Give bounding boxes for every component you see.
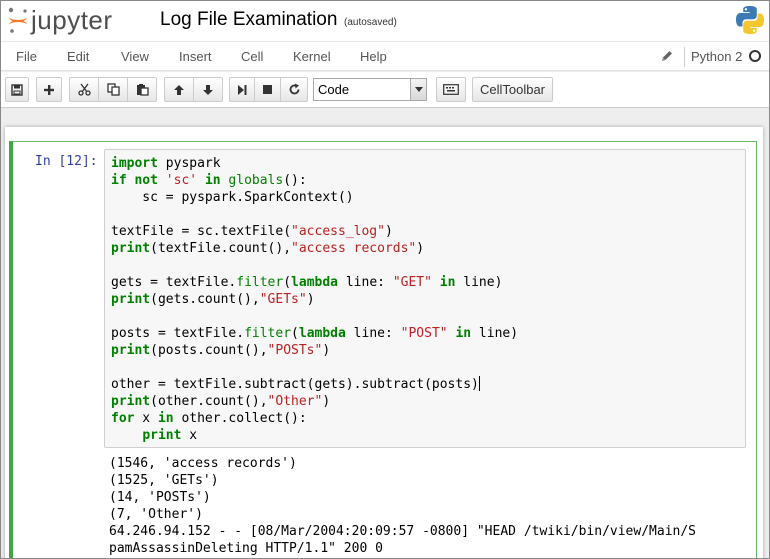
code-line: posts = textFile.filter(lambda line: "PO…: [111, 326, 519, 341]
chevron-down-icon[interactable]: [410, 79, 426, 100]
notebook-area: In [12]: import pyspark if not 'sc' in g…: [1, 109, 769, 558]
move-down-button[interactable]: [193, 77, 223, 102]
code-line: print(posts.count(),"POSTs"): [111, 343, 331, 358]
paste-button[interactable]: [127, 77, 157, 102]
code-line: import pyspark: [111, 156, 221, 171]
code-line: print(textFile.count(),"access records"): [111, 241, 425, 256]
menu-file[interactable]: File: [16, 49, 37, 64]
cut-icon: [77, 83, 91, 96]
menu-help[interactable]: Help: [360, 49, 387, 64]
output-line: (14, 'POSTs'): [109, 490, 211, 505]
stop-icon: [263, 85, 272, 94]
output-line: 64.246.94.152 - - [08/Mar/2004:20:09:57 …: [109, 524, 696, 539]
code-line: print x: [142, 428, 198, 443]
save-button[interactable]: [5, 77, 29, 102]
notebook-page: In [12]: import pyspark if not 'sc' in g…: [5, 127, 763, 558]
notebook-title[interactable]: Log File Examination: [160, 9, 337, 31]
interrupt-button[interactable]: [254, 77, 281, 102]
cut-button[interactable]: [69, 77, 99, 102]
insert-cell-button[interactable]: [36, 77, 62, 102]
code-line: if not 'sc' in globals():: [111, 173, 307, 188]
cell-type-select[interactable]: Code: [313, 78, 427, 101]
plus-icon: [44, 84, 54, 95]
copy-icon: [106, 83, 120, 96]
jupyter-orbit-icon: [8, 7, 27, 33]
header: jupyter Log File Examination (autosaved): [1, 1, 769, 41]
menu-view[interactable]: View: [121, 49, 149, 64]
autosave-status: (autosaved): [344, 17, 397, 28]
copy-button[interactable]: [98, 77, 128, 102]
toolbar: Code CellToolbar: [1, 72, 769, 108]
menu-insert[interactable]: Insert: [179, 49, 212, 64]
code-line: textFile = sc.textFile("access_log"): [111, 224, 393, 239]
output-line: pamAssassinDeleting HTTP/1.1" 200 0: [109, 541, 383, 556]
output-line: (1546, 'access records'): [109, 456, 297, 471]
command-palette-button[interactable]: [436, 77, 466, 102]
restart-icon: [289, 83, 299, 95]
menu-cell[interactable]: Cell: [241, 49, 263, 64]
paste-icon: [136, 84, 149, 96]
move-up-button[interactable]: [164, 77, 194, 102]
save-icon: [11, 83, 23, 96]
python-logo-icon: [736, 6, 764, 34]
code-cell[interactable]: In [12]: import pyspark if not 'sc' in g…: [9, 141, 757, 558]
text-cursor: [478, 376, 480, 391]
code-line: print(gets.count(),"GETs"): [111, 292, 315, 307]
keyboard-icon: [443, 84, 459, 95]
kernel-separator: [684, 47, 685, 67]
cell-type-value: Code: [318, 82, 350, 97]
cell-output: (1546, 'access records') (1525, 'GETs') (1…: [109, 455, 696, 557]
code-line: for x in other.collect():: [111, 411, 307, 426]
arrow-down-icon: [203, 84, 213, 95]
arrow-up-icon: [174, 84, 184, 95]
jupyter-logo[interactable]: jupyter: [7, 5, 113, 35]
code-line: sc = pyspark.SparkContext(): [111, 190, 354, 205]
pencil-icon[interactable]: [660, 49, 674, 63]
restart-button[interactable]: [280, 77, 308, 102]
kernel-status-icon: [749, 50, 761, 62]
run-icon: [238, 84, 247, 95]
menu-edit[interactable]: Edit: [67, 49, 89, 64]
kernel-name: Python 2: [691, 49, 743, 64]
run-button[interactable]: [229, 77, 255, 102]
menu-kernel[interactable]: Kernel: [293, 49, 331, 64]
code-line: gets = textFile.filter(lambda line: "GET…: [111, 275, 503, 290]
celltoolbar-button[interactable]: CellToolbar: [472, 77, 553, 102]
code-editor[interactable]: import pyspark if not 'sc' in globals():…: [104, 149, 746, 448]
notebook-window: jupyter Log File Examination (autosaved)…: [0, 0, 770, 559]
code-line: other = textFile.subtract(gets).subtract…: [111, 376, 480, 392]
logo-text: jupyter: [31, 4, 113, 35]
output-line: (1525, 'GETs'): [109, 473, 219, 488]
output-line: (7, 'Other'): [109, 507, 203, 522]
input-prompt: In [12]:: [35, 154, 98, 169]
menubar: File Edit View Insert Cell Kernel Help P…: [1, 41, 769, 71]
code-line: print(other.count(),"Other"): [111, 394, 331, 409]
